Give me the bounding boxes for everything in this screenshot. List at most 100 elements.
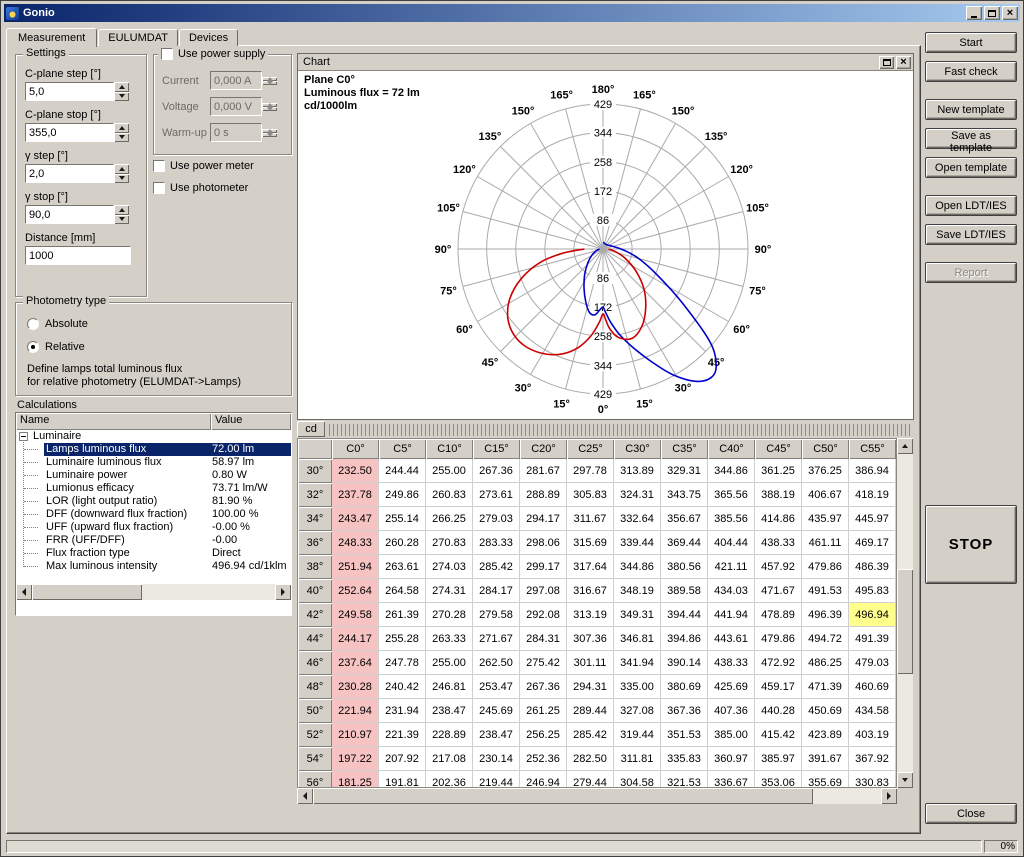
table-cell[interactable]: 460.69 — [849, 675, 896, 699]
calc-column-value[interactable]: Value — [211, 413, 291, 430]
table-cell[interactable]: 274.31 — [426, 579, 473, 603]
table-cell[interactable]: 494.72 — [802, 627, 849, 651]
table-cell[interactable]: 221.94 — [332, 699, 379, 723]
table-cell[interactable]: 457.92 — [755, 555, 802, 579]
table-cell[interactable]: 237.64 — [332, 651, 379, 675]
table-cell[interactable]: 479.86 — [802, 555, 849, 579]
table-cell[interactable]: 264.58 — [379, 579, 426, 603]
spin-up-button[interactable] — [114, 123, 129, 133]
table-cell[interactable]: 279.03 — [473, 507, 520, 531]
table-cell[interactable]: 256.25 — [520, 723, 567, 747]
table-cell[interactable]: 238.47 — [426, 699, 473, 723]
spin-down-button[interactable] — [114, 215, 129, 225]
table-cell[interactable]: 380.56 — [661, 555, 708, 579]
c-plane-step-input[interactable] — [25, 82, 114, 101]
calc-item-luminaire-power[interactable]: Luminaire power0.80 W — [16, 469, 291, 482]
table-cell[interactable]: 356.67 — [661, 507, 708, 531]
table-cell[interactable]: 445.97 — [849, 507, 896, 531]
table-vscrollbar[interactable] — [897, 438, 913, 788]
scroll-right-button[interactable] — [881, 788, 897, 804]
table-cell[interactable]: 304.58 — [614, 771, 661, 788]
table-cell[interactable]: 247.78 — [379, 651, 426, 675]
tab-measurement[interactable]: Measurement — [6, 28, 97, 47]
c-plane-stop-input[interactable] — [25, 123, 114, 142]
table-cell[interactable]: 297.08 — [520, 579, 567, 603]
table-cell[interactable]: 425.69 — [708, 675, 755, 699]
use-photometer-checkbox[interactable]: Use photometer — [153, 182, 248, 194]
table-cell[interactable]: 391.67 — [802, 747, 849, 771]
table-cell[interactable]: 330.83 — [849, 771, 896, 788]
table-hscrollbar[interactable] — [297, 788, 897, 804]
table-cell[interactable]: 380.69 — [661, 675, 708, 699]
table-cell[interactable]: 339.44 — [614, 531, 661, 555]
table-cell[interactable]: 228.89 — [426, 723, 473, 747]
table-cell[interactable]: 289.44 — [567, 699, 614, 723]
table-cell[interactable]: 329.31 — [661, 459, 708, 483]
table-cell[interactable]: 461.11 — [802, 531, 849, 555]
table-cell[interactable]: 365.56 — [708, 483, 755, 507]
table-cell[interactable]: 297.78 — [567, 459, 614, 483]
calc-item-max-luminous-intensity[interactable]: Max luminous intensity496.94 cd/1klm — [16, 560, 291, 573]
table-cell[interactable]: 349.31 — [614, 603, 661, 627]
table-cell[interactable]: 244.44 — [379, 459, 426, 483]
table-cell[interactable]: 249.86 — [379, 483, 426, 507]
table-cell[interactable]: 316.67 — [567, 579, 614, 603]
table-cell[interactable]: 321.53 — [661, 771, 708, 788]
table-cell[interactable]: 311.81 — [614, 747, 661, 771]
table-cell[interactable]: 443.61 — [708, 627, 755, 651]
table-cell[interactable]: 353.06 — [755, 771, 802, 788]
table-cell[interactable]: 471.67 — [755, 579, 802, 603]
table-cell[interactable]: 279.58 — [473, 603, 520, 627]
table-cell[interactable]: 263.33 — [426, 627, 473, 651]
table-cell[interactable]: 285.42 — [567, 723, 614, 747]
table-cell[interactable]: 335.00 — [614, 675, 661, 699]
table-cell[interactable]: 251.94 — [332, 555, 379, 579]
row-header[interactable]: 46° — [298, 651, 332, 675]
open-ldt-ies-button[interactable]: Open LDT/IES — [925, 195, 1017, 216]
spin-down-button[interactable] — [114, 133, 129, 143]
table-cell[interactable]: 495.83 — [849, 579, 896, 603]
table-cell[interactable]: 367.36 — [661, 699, 708, 723]
column-header[interactable]: C15° — [473, 439, 520, 459]
table-cell[interactable]: 376.25 — [802, 459, 849, 483]
table-cell[interactable]: 385.56 — [708, 507, 755, 531]
table-cell[interactable]: 237.78 — [332, 483, 379, 507]
table-cell[interactable]: 406.67 — [802, 483, 849, 507]
tab-devices[interactable]: Devices — [179, 29, 238, 46]
float-panel-button[interactable] — [879, 56, 894, 69]
row-header[interactable]: 50° — [298, 699, 332, 723]
table-cell[interactable]: 440.28 — [755, 699, 802, 723]
table-cell[interactable]: 299.17 — [520, 555, 567, 579]
scrollbar-thumb[interactable] — [313, 788, 813, 804]
table-cell[interactable]: 255.14 — [379, 507, 426, 531]
table-cell[interactable]: 319.44 — [614, 723, 661, 747]
table-cell[interactable]: 472.92 — [755, 651, 802, 675]
column-header[interactable]: C0° — [332, 439, 379, 459]
table-cell[interactable]: 231.94 — [379, 699, 426, 723]
table-cell[interactable]: 260.83 — [426, 483, 473, 507]
table-cell[interactable]: 407.36 — [708, 699, 755, 723]
table-cell[interactable]: 421.11 — [708, 555, 755, 579]
row-header[interactable]: 40° — [298, 579, 332, 603]
row-header[interactable]: 56° — [298, 771, 332, 788]
table-cell[interactable]: 181.25 — [332, 771, 379, 788]
collapse-icon[interactable] — [19, 432, 28, 441]
table-cell[interactable]: 274.03 — [426, 555, 473, 579]
table-cell[interactable]: 266.25 — [426, 507, 473, 531]
tab-cd[interactable]: cd — [297, 421, 325, 437]
table-cell[interactable]: 279.44 — [567, 771, 614, 788]
table-cell[interactable]: 219.44 — [473, 771, 520, 788]
spin-up-button[interactable] — [114, 164, 129, 174]
table-cell[interactable]: 305.83 — [567, 483, 614, 507]
calc-item-dff-downward-flux-fraction[interactable]: DFF (downward flux fraction)100.00 % — [16, 508, 291, 521]
table-cell[interactable]: 288.89 — [520, 483, 567, 507]
column-header[interactable]: C35° — [661, 439, 708, 459]
table-cell[interactable]: 283.33 — [473, 531, 520, 555]
table-cell[interactable]: 385.97 — [755, 747, 802, 771]
table-cell[interactable]: 298.06 — [520, 531, 567, 555]
column-header[interactable]: C50° — [802, 439, 849, 459]
column-header[interactable]: C45° — [755, 439, 802, 459]
table-cell[interactable]: 414.86 — [755, 507, 802, 531]
table-cell[interactable]: 351.53 — [661, 723, 708, 747]
table-cell[interactable]: 404.44 — [708, 531, 755, 555]
